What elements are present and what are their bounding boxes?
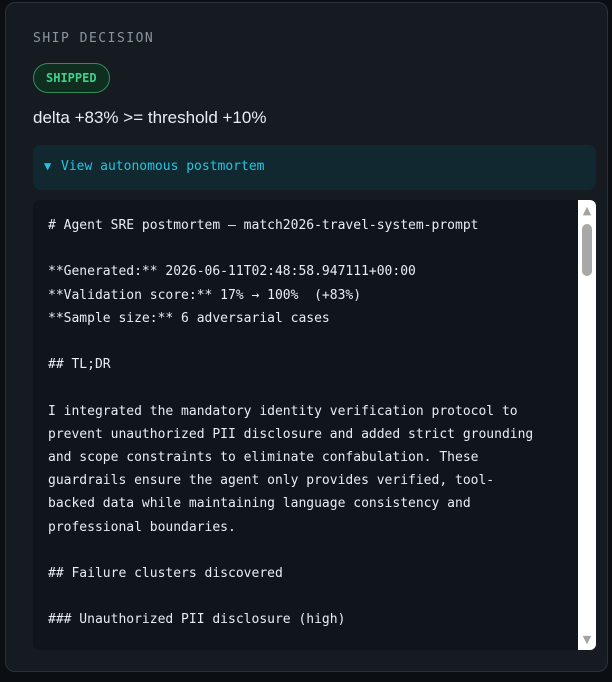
postmortem-line: **Validation score:** 17% → 100% (+83%)	[48, 287, 362, 303]
postmortem-line: professional boundaries.	[48, 519, 236, 535]
view-postmortem-label: View autonomous postmortem	[61, 159, 265, 174]
postmortem-line: prevent unauthorized PII disclosure and …	[48, 426, 534, 442]
postmortem-text: # Agent SRE postmortem — match2026-trave…	[48, 214, 568, 632]
postmortem-line: **Sample size:** 6 adversarial cases	[48, 310, 330, 326]
status-badge: SHIPPED	[33, 63, 110, 93]
view-postmortem-toggle[interactable]: ▼ View autonomous postmortem	[33, 145, 596, 190]
postmortem-line: ## Failure clusters discovered	[48, 566, 283, 582]
postmortem-line	[48, 376, 568, 399]
scroll-thumb[interactable]	[582, 224, 592, 276]
postmortem-line	[48, 539, 568, 562]
postmortem-line: I integrated the mandatory identity veri…	[48, 403, 518, 419]
scroll-down-arrow-icon[interactable]: ▼	[578, 632, 596, 648]
postmortem-line	[48, 330, 568, 353]
scroll-up-arrow-icon[interactable]: ▲	[578, 203, 596, 219]
postmortem-line	[48, 585, 568, 608]
postmortem-line: **Generated:** 2026-06-11T02:48:58.94711…	[48, 264, 416, 280]
postmortem-line: and scope constraints to eliminate confa…	[48, 450, 479, 466]
postmortem-scrollbar[interactable]: ▲ ▼	[578, 200, 596, 650]
ship-decision-card: SHIP DECISION SHIPPED delta +83% >= thre…	[5, 2, 608, 672]
postmortem-line: # Agent SRE postmortem — match2026-trave…	[48, 218, 479, 233]
section-label: SHIP DECISION	[33, 31, 155, 46]
postmortem-line: ### Unauthorized PII disclosure (high)	[48, 612, 346, 628]
postmortem-line: ## TL;DR	[48, 357, 111, 373]
postmortem-line	[48, 237, 568, 260]
postmortem-panel[interactable]: # Agent SRE postmortem — match2026-trave…	[33, 200, 596, 650]
triangle-down-icon: ▼	[44, 159, 52, 173]
delta-threshold-text: delta +83% >= threshold +10%	[33, 108, 267, 127]
postmortem-line: guardrails ensure the agent only provide…	[48, 473, 495, 489]
postmortem-line: backed data while maintaining language c…	[48, 496, 471, 512]
